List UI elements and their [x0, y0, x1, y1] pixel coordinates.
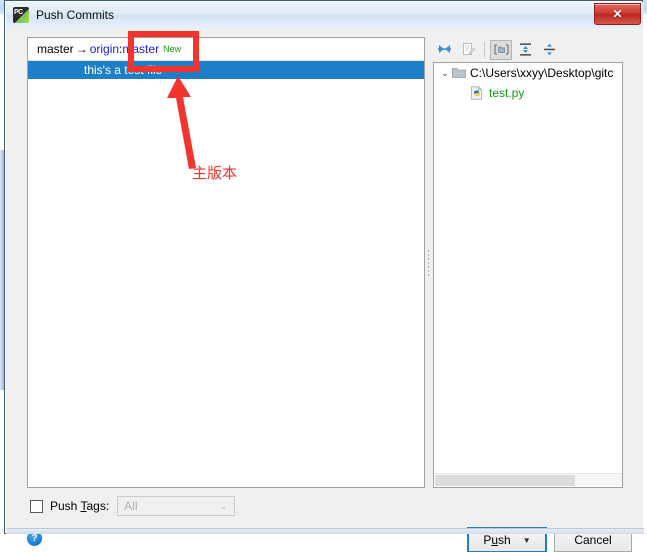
toolbar-separator	[484, 41, 485, 58]
dialog-titlebar[interactable]: PC Push Commits ✕	[6, 2, 643, 28]
arrow-icon: →	[75, 42, 88, 56]
remote-branch-label[interactable]: master	[122, 42, 159, 56]
commit-list-item[interactable]: this's a test file	[28, 61, 424, 79]
tree-row[interactable]: ⌄ C:\Users\xxyy\Desktop\gitc	[434, 63, 622, 83]
push-dropdown-arrow-icon[interactable]: ▼	[523, 536, 531, 545]
changed-files-tree[interactable]: ⌄ C:\Users\xxyy\Desktop\gitc test.py	[433, 62, 623, 488]
chevron-down-icon[interactable]: ⌄	[438, 68, 452, 79]
files-tree-horizontal-scrollbar[interactable]	[435, 473, 622, 486]
commit-message: this's a test file	[84, 63, 163, 77]
python-file-icon	[471, 86, 483, 100]
push-button-label: Push	[483, 533, 511, 547]
help-icon: ?	[31, 533, 38, 544]
close-button[interactable]: ✕	[594, 3, 641, 25]
edit-document-icon	[462, 43, 475, 55]
edit-document-button	[457, 40, 479, 60]
changed-files-pane: ⌄ C:\Users\xxyy\Desktop\gitc test.py	[433, 37, 623, 488]
push-tags-select[interactable]: All ⌄	[117, 496, 236, 516]
push-tags-label: Push Tags:	[50, 499, 109, 513]
files-toolbar	[433, 37, 623, 62]
tree-row[interactable]: test.py	[434, 83, 622, 103]
chevron-down-icon: ⌄	[219, 500, 228, 511]
new-branch-badge: New	[163, 44, 182, 54]
push-commits-dialog: PC Push Commits ✕ master → origin:master Ne…	[4, 0, 644, 552]
group-by-directory-button[interactable]	[490, 39, 512, 60]
collapse-all-icon	[543, 43, 555, 56]
remote-name-label[interactable]: origin	[90, 42, 119, 56]
cancel-button-label: Cancel	[574, 533, 612, 547]
push-tags-label-after: ags:	[86, 499, 110, 513]
group-by-directory-icon	[493, 44, 509, 55]
collapse-all-button[interactable]	[538, 40, 560, 60]
commits-pane: master → origin:master New this's a test fi…	[27, 37, 425, 488]
push-tags-checkbox[interactable]	[30, 499, 43, 513]
dialog-title: Push Commits	[36, 8, 115, 22]
pane-splitter[interactable]	[425, 37, 433, 488]
dialog-body: master → origin:master New this's a test fi…	[6, 28, 644, 552]
close-icon: ✕	[612, 7, 623, 21]
expand-all-button[interactable]	[514, 40, 536, 60]
file-name-label: test.py	[489, 86, 525, 100]
push-tags-select-value: All	[124, 499, 138, 513]
pycharm-icon: PC	[13, 7, 29, 23]
push-tags-row: Push Tags: All ⌄	[30, 496, 236, 516]
collapse-selection-icon	[437, 45, 451, 53]
expand-all-icon	[519, 43, 531, 56]
directory-path-label: C:\Users\xxyy\Desktop\gitc	[470, 66, 614, 80]
dialog-bottom-edge	[7, 528, 644, 534]
local-branch-label: master	[37, 42, 74, 56]
splitter-grip-icon	[427, 249, 430, 277]
branch-header: master → origin:master New	[28, 38, 424, 61]
scrollbar-thumb[interactable]	[435, 475, 575, 486]
collapse-selection-button[interactable]	[433, 40, 455, 60]
folder-icon	[452, 68, 466, 78]
push-tags-label-before: Push	[50, 499, 81, 513]
